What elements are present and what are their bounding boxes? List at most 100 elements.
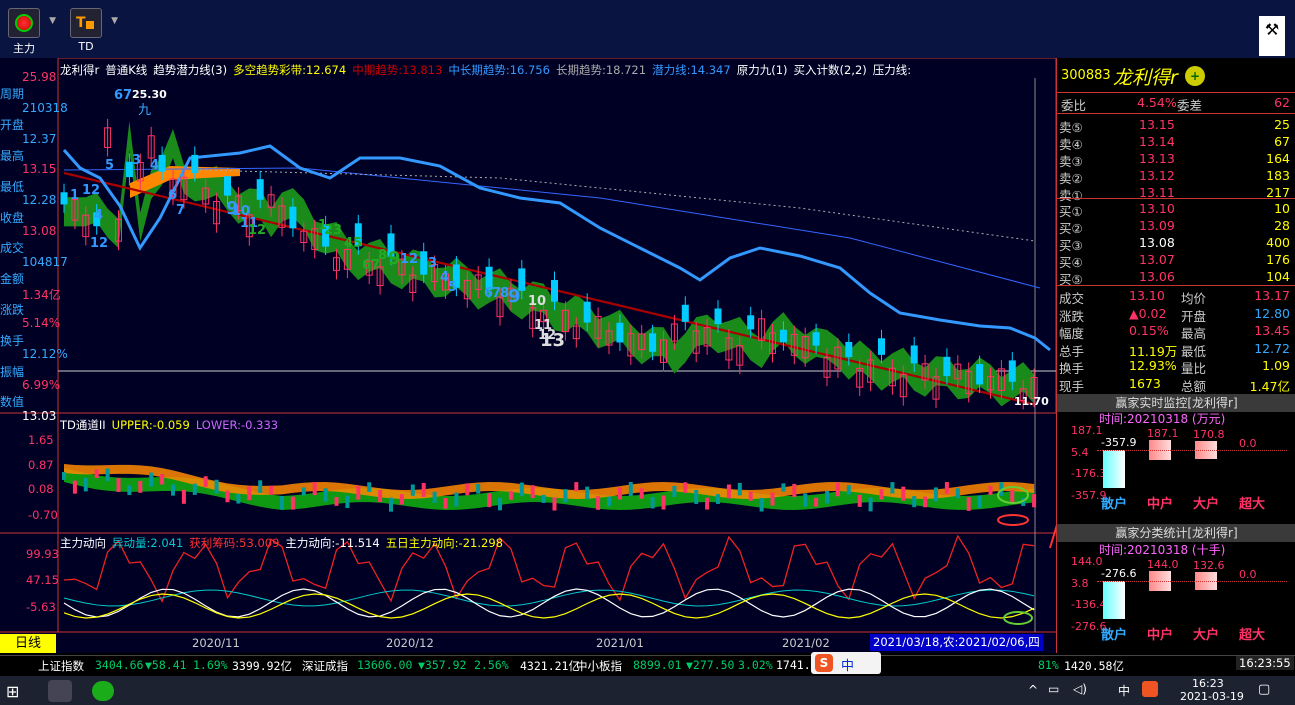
stock-name: 龙利得r: [1113, 67, 1178, 89]
ime-mode[interactable]: 中: [841, 655, 854, 674]
main-force-button[interactable]: ▼ 主力: [2, 8, 56, 55]
td-bar: [628, 482, 633, 496]
monitor2-title: 赢家分类统计[龙利得r]: [1057, 524, 1295, 542]
td-bar: [519, 482, 524, 497]
legend-item: 主力动向: [60, 536, 106, 550]
monitor-tick: 144.0: [1071, 555, 1103, 568]
candle-body: [714, 308, 722, 325]
sogou-tray-icon[interactable]: [1142, 681, 1158, 697]
sell-row[interactable]: 卖① 13.11 217: [1057, 185, 1295, 203]
chevron-down-icon[interactable]: ▼: [49, 16, 56, 26]
left-info-label: 收盘: [0, 210, 25, 225]
stat-row: 幅度 0.15% 最高 13.45: [1057, 323, 1295, 341]
kline-chart-area[interactable]: 龙利得r 普通K线 趋势潜力线(3) 多空趋势彩带:12.674 中期趋势:13.813…: [0, 58, 1056, 653]
zl-tick: -5.63: [26, 600, 56, 614]
main-legend: 龙利得r 普通K线 趋势潜力线(3) 多空趋势彩带:12.674 中期趋势:13.813…: [60, 62, 917, 78]
td-bar: [1010, 490, 1015, 503]
notification-icon[interactable]: ▢: [1258, 682, 1270, 697]
main-force-line: [63, 588, 1035, 618]
monitor-bar-label: 大户: [1193, 628, 1220, 643]
count-label: 12: [400, 252, 419, 267]
td-bar: [705, 497, 710, 510]
left-info-label: 5.14%: [22, 316, 61, 331]
count-label: 12: [248, 223, 267, 238]
td-bar: [465, 483, 470, 496]
legend-item: 潜力线:14.347: [652, 63, 731, 77]
legend-item: 中期趋势:13.813: [352, 63, 443, 77]
ime-toolbar[interactable]: S 中: [811, 652, 881, 674]
chevron-up-icon[interactable]: ^: [1028, 683, 1038, 697]
count-label: 6: [168, 188, 178, 203]
count-label: 10: [528, 294, 547, 309]
zl-tick: 47.15: [26, 573, 59, 587]
index-item: 1420.58亿: [1064, 659, 1124, 673]
volume-icon[interactable]: ◁): [1073, 682, 1087, 696]
left-info-label: 13.03: [22, 408, 57, 423]
td-bar: [607, 496, 611, 507]
buy-row[interactable]: 买① 13.10 10: [1057, 201, 1295, 219]
td-bar: [105, 468, 110, 482]
wechat-icon[interactable]: [92, 681, 114, 701]
sell-row[interactable]: 卖④ 13.14 67: [1057, 134, 1295, 152]
chevron-down-icon[interactable]: ▼: [111, 16, 118, 26]
monitor-bar-label: 中户: [1147, 628, 1174, 643]
td-bar: [923, 496, 928, 508]
td-button[interactable]: T ▼ TD: [64, 8, 118, 53]
left-info-label: 金额: [0, 272, 25, 287]
stat-value: 13.45: [1254, 323, 1290, 338]
buy-row[interactable]: 买③ 13.08 400: [1057, 235, 1295, 253]
buy-row[interactable]: 买④ 13.07 176: [1057, 252, 1295, 270]
td-tick: -0.70: [28, 508, 58, 522]
sell-row[interactable]: 卖② 13.12 183: [1057, 168, 1295, 186]
legend-item: LOWER:-0.333: [195, 418, 279, 432]
td-bar: [280, 496, 284, 510]
monitor-bar-label: 超大: [1239, 497, 1266, 512]
app-icon[interactable]: [48, 680, 72, 702]
legend-item: 普通K线: [105, 63, 148, 77]
candle-body: [616, 322, 624, 343]
td-bar: [389, 497, 393, 512]
monitor-bar-value: 132.6: [1193, 558, 1225, 572]
sell-row[interactable]: 卖⑤ 13.15 25: [1057, 117, 1295, 135]
monitor-bar-value: 144.0: [1147, 558, 1179, 572]
td-bar: [421, 482, 426, 497]
td-bar: [171, 484, 175, 496]
buy-row[interactable]: 买② 13.09 28: [1057, 218, 1295, 236]
candle-body: [976, 364, 984, 385]
date-tick: 2021/01: [596, 636, 644, 650]
taskbar-ime[interactable]: 中: [1118, 682, 1130, 699]
sogou-icon[interactable]: S: [815, 654, 833, 672]
monitor-tick: -176.3: [1071, 467, 1107, 480]
stat-label: 现手: [1059, 378, 1085, 394]
td-bar: [203, 476, 208, 487]
monitor-bar: [1103, 450, 1125, 488]
buy-row[interactable]: 买⑤ 13.06 104: [1057, 269, 1295, 287]
count-label: 1: [70, 188, 80, 203]
candle-body: [747, 315, 755, 330]
buy-price: 13.06: [1139, 269, 1175, 284]
td-bar: [563, 489, 568, 503]
windows-start-icon[interactable]: ⊞: [6, 682, 19, 701]
left-info-label: 换手: [0, 333, 25, 348]
td-bar: [683, 482, 688, 493]
kline-chart-svg[interactable]: [0, 58, 1056, 653]
sell-row[interactable]: 卖③ 13.13 164: [1057, 151, 1295, 169]
monitor-bar-value: -357.9: [1101, 436, 1137, 449]
td-bar: [323, 488, 328, 502]
monitor-zero-line: [1097, 581, 1287, 582]
stat-value: 11.19万: [1129, 343, 1178, 359]
stat-label: 幅度: [1059, 326, 1085, 341]
count-label: 23: [324, 223, 343, 238]
add-stock-icon[interactable]: +: [1185, 66, 1205, 86]
td-bar: [149, 472, 154, 487]
network-icon[interactable]: ▭: [1048, 682, 1059, 696]
candle-body: [191, 154, 199, 174]
index-item: 3404.66: [95, 658, 144, 672]
tools-icon[interactable]: ⚒: [1259, 16, 1285, 56]
monitor-tick: 187.1: [1071, 424, 1103, 437]
period-tab[interactable]: 日线: [0, 634, 56, 653]
monitor-bar-value: 187.1: [1147, 427, 1179, 441]
td-bar: [214, 479, 219, 494]
td-bar: [443, 497, 448, 509]
td-bar: [759, 497, 764, 512]
